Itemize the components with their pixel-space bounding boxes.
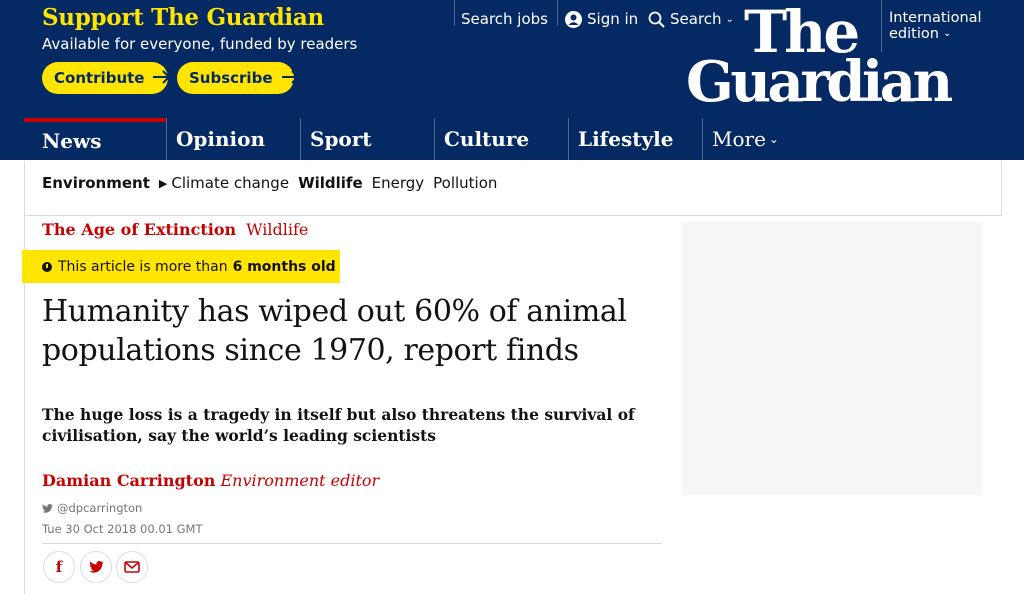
triangle-right-icon: ▶ <box>158 176 168 190</box>
subscribe-label: Subscribe <box>189 69 273 87</box>
arrow-right-icon <box>281 68 301 89</box>
chevron-down-icon: ⌄ <box>768 132 779 146</box>
logo-line2: Guardian <box>686 49 953 110</box>
twitter-bird-icon <box>88 561 104 573</box>
arrow-right-icon <box>152 68 172 89</box>
share-email-button[interactable] <box>116 551 148 583</box>
age-warning-text: This article is more than <box>58 258 228 275</box>
author-link[interactable]: Damian Carrington <box>42 471 215 490</box>
share-twitter-button[interactable] <box>80 551 112 583</box>
guardian-logo[interactable]: The Guardian <box>686 0 986 110</box>
clock-icon <box>42 261 52 272</box>
nav-more-label: More <box>712 127 766 151</box>
nav-pillar-culture[interactable]: Culture <box>434 118 568 160</box>
author-twitter[interactable]: @dpcarrington <box>42 501 142 515</box>
search-jobs-link[interactable]: Search jobs <box>461 8 548 30</box>
envelope-icon <box>124 561 140 573</box>
subscribe-button[interactable]: Subscribe <box>177 62 299 94</box>
sign-in-link[interactable]: Sign in <box>565 8 638 30</box>
byline: Damian Carrington Environment editor <box>42 471 379 490</box>
article-age-warning: This article is more than 6 months old <box>22 250 340 283</box>
section-link[interactable]: Wildlife <box>246 220 308 239</box>
nav-pillar-sport[interactable]: Sport <box>300 118 434 160</box>
age-warning-duration: 6 months old <box>232 258 336 275</box>
subnav-list: Environment ▶ Climate change Wildlife En… <box>42 174 506 192</box>
article-standfirst: The huge loss is a tragedy in itself but… <box>42 405 635 445</box>
share-facebook-button[interactable]: f <box>43 551 75 583</box>
article-kicker: The Age of Extinction Wildlife <box>42 220 308 239</box>
sign-in-label: Sign in <box>587 10 639 28</box>
contribute-label: Contribute <box>54 69 145 87</box>
support-title[interactable]: Support The Guardian <box>42 4 324 31</box>
divider <box>557 0 558 26</box>
contribute-button[interactable]: Contribute <box>42 62 171 94</box>
subnav-item-wildlife[interactable]: Wildlife <box>298 174 363 192</box>
advertisement-slot <box>682 222 982 495</box>
nav-pillar-news[interactable]: News <box>24 118 166 160</box>
site-header: Support The Guardian Available for every… <box>0 0 1024 160</box>
magnifier-icon <box>648 11 665 28</box>
publish-date: Tue 30 Oct 2018 00.01 GMT <box>42 522 203 536</box>
facebook-icon: f <box>55 558 63 576</box>
subnav-item-energy[interactable]: Energy <box>372 174 425 192</box>
divider <box>42 543 662 544</box>
twitter-bird-icon <box>42 503 53 513</box>
nav-more-button[interactable]: More ⌄ <box>702 118 802 160</box>
author-role: Environment editor <box>220 471 380 490</box>
article-headline: Humanity has wiped out 60% of animal pop… <box>42 294 627 368</box>
user-circle-icon <box>565 10 582 28</box>
subnav-item-environment[interactable]: Environment <box>42 174 150 192</box>
subnav-item-climate-change[interactable]: Climate change <box>171 174 289 192</box>
support-subtitle: Available for everyone, funded by reader… <box>42 35 358 53</box>
nav-pillar-opinion[interactable]: Opinion <box>166 118 300 160</box>
divider <box>454 0 455 26</box>
subnav-item-pollution[interactable]: Pollution <box>433 174 497 192</box>
nav-pillar-lifestyle[interactable]: Lifestyle <box>568 118 702 160</box>
twitter-handle: @dpcarrington <box>57 501 143 515</box>
series-link[interactable]: The Age of Extinction <box>42 220 236 239</box>
